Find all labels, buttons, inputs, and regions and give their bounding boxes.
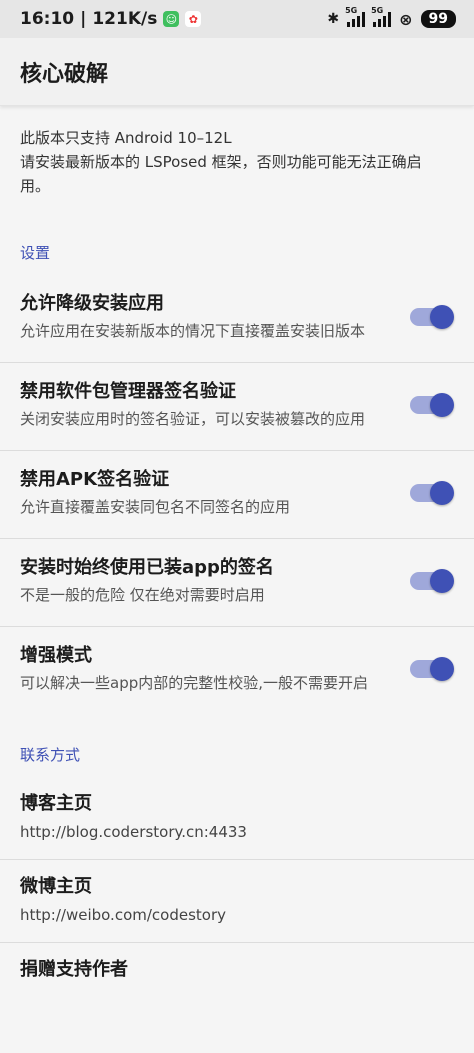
contact-section-header: 联系方式	[20, 746, 81, 764]
allow-downgrade-toggle[interactable]	[410, 304, 454, 329]
network-type-label: 5G	[345, 6, 358, 15]
link-title: 微博主页	[20, 876, 92, 897]
toggle-thumb	[430, 304, 454, 329]
notice-line-2: 请安装最新版本的 LSPosed 框架，否则功能可能无法正确启用。	[20, 153, 422, 195]
toggle-thumb	[430, 480, 454, 505]
disable-apk-signature-toggle[interactable]	[410, 480, 454, 505]
notification-leaf-icon: ✿	[185, 11, 202, 27]
status-time: 16:10	[20, 9, 75, 29]
status-right: ✱ 5G 5G ⊗ 99	[327, 6, 456, 29]
pref-title: 安装时始终使用已装app的签名	[20, 557, 274, 578]
preferences-list[interactable]: 此版本只支持 Android 10–12L 请安装最新版本的 LSPosed 框…	[0, 106, 474, 1001]
pref-disable-apk-signature[interactable]: 禁用APK签名验证 允许直接覆盖安装同包名不同签名的应用	[0, 451, 474, 539]
bluetooth-icon: ✱	[327, 11, 340, 27]
pref-text: 禁用APK签名验证 允许直接覆盖安装同包名不同签名的应用	[20, 467, 410, 518]
pref-title: 禁用APK签名验证	[20, 469, 170, 490]
toggle-thumb	[430, 656, 454, 681]
pref-enhanced-mode[interactable]: 增强模式 可以解决一些app内部的完整性校验,一般不需要开启	[0, 627, 474, 714]
notification-app-icon: ☺	[163, 11, 180, 27]
pref-text: 允许降级安装应用 允许应用在安装新版本的情况下直接覆盖安装旧版本	[20, 291, 410, 342]
link-donate[interactable]: 捐赠支持作者	[0, 943, 474, 1001]
link-weibo[interactable]: 微博主页 http://weibo.com/codestory	[0, 860, 474, 943]
pref-title: 允许降级安装应用	[20, 293, 164, 314]
pref-summary: 允许直接覆盖安装同包名不同签名的应用	[20, 498, 291, 516]
page-title: 核心破解	[20, 61, 109, 87]
signal-icon: 5G	[345, 6, 366, 27]
link-title: 博客主页	[20, 793, 92, 814]
pref-allow-downgrade[interactable]: 允许降级安装应用 允许应用在安装新版本的情况下直接覆盖安装旧版本	[0, 275, 474, 363]
use-installed-signature-toggle[interactable]	[410, 568, 454, 593]
network-type-label-2: 5G	[371, 6, 384, 15]
pref-text: 禁用软件包管理器签名验证 关闭安装应用时的签名验证，可以安装被篡改的应用	[20, 379, 410, 430]
status-speed: 121K/s	[92, 9, 158, 29]
link-url: http://blog.coderstory.cn:4433	[20, 823, 247, 841]
settings-section-header: 设置	[20, 244, 51, 262]
pref-text: 增强模式 可以解决一些app内部的完整性校验,一般不需要开启	[20, 643, 410, 694]
enhanced-mode-toggle[interactable]	[410, 656, 454, 681]
link-blog[interactable]: 博客主页 http://blog.coderstory.cn:4433	[0, 777, 474, 860]
signal-icon-2: 5G	[371, 6, 392, 27]
status-divider: |	[80, 9, 87, 29]
link-icon: ⊗	[399, 9, 413, 29]
notice-line-1: 此版本只支持 Android 10–12L	[20, 129, 232, 147]
pref-use-installed-signature[interactable]: 安装时始终使用已装app的签名 不是一般的危险 仅在绝对需要时启用	[0, 539, 474, 627]
version-notice: 此版本只支持 Android 10–12L 请安装最新版本的 LSPosed 框…	[20, 106, 454, 198]
pref-title: 禁用软件包管理器签名验证	[20, 381, 236, 402]
link-title: 捐赠支持作者	[20, 959, 128, 980]
disable-pm-signature-toggle[interactable]	[410, 392, 454, 417]
status-bar: 16:10 | 121K/s ☺ ✿ ✱ 5G 5G ⊗ 99	[0, 0, 474, 38]
pref-disable-pm-signature[interactable]: 禁用软件包管理器签名验证 关闭安装应用时的签名验证，可以安装被篡改的应用	[0, 363, 474, 451]
pref-summary: 不是一般的危险 仅在绝对需要时启用	[20, 586, 265, 604]
pref-summary: 关闭安装应用时的签名验证，可以安装被篡改的应用	[20, 410, 366, 428]
link-url: http://weibo.com/codestory	[20, 906, 227, 924]
pref-summary: 允许应用在安装新版本的情况下直接覆盖安装旧版本	[20, 322, 366, 340]
battery-indicator: 99	[420, 10, 456, 28]
app-bar: 核心破解	[0, 38, 474, 106]
toggle-thumb	[430, 568, 454, 593]
pref-summary: 可以解决一些app内部的完整性校验,一般不需要开启	[20, 674, 369, 692]
toggle-thumb	[430, 392, 454, 417]
status-left: 16:10 | 121K/s ☺ ✿	[20, 9, 202, 29]
pref-title: 增强模式	[20, 645, 92, 666]
pref-text: 安装时始终使用已装app的签名 不是一般的危险 仅在绝对需要时启用	[20, 555, 410, 606]
